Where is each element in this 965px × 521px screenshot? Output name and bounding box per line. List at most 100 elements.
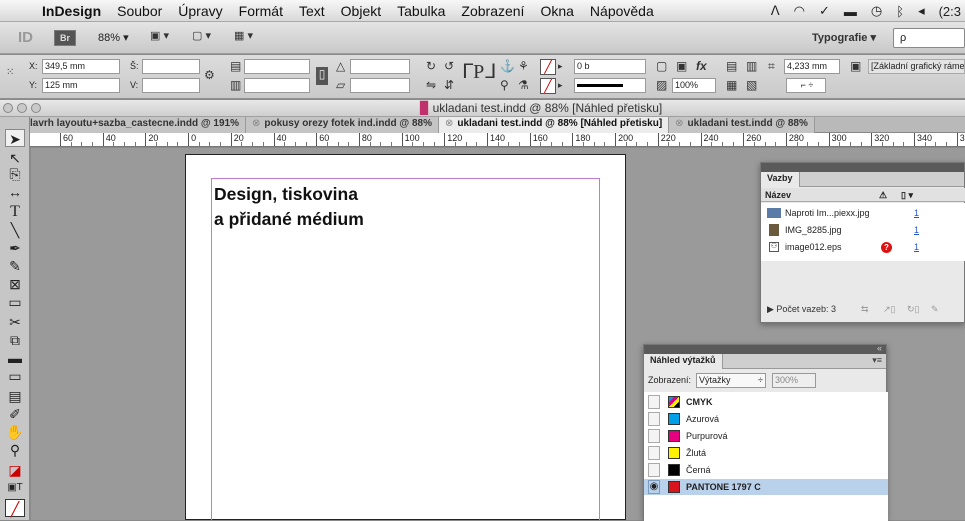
gradient-swatch-tool-icon[interactable]: ▬ <box>5 349 25 367</box>
scale-x-icon[interactable]: ▤ <box>230 59 241 73</box>
zoom-window-button[interactable] <box>31 103 41 113</box>
menu-app[interactable]: InDesign <box>34 3 109 19</box>
reference-point-icon[interactable]: ⁙ <box>6 66 14 80</box>
bridge-button[interactable]: Br <box>54 30 76 46</box>
rotate-cw-icon[interactable]: ↻ <box>426 59 436 73</box>
workspace-switcher[interactable]: Typografie ▾ <box>812 31 876 44</box>
adobe-icon[interactable]: ᐱ <box>771 3 780 19</box>
link-page[interactable]: 1 <box>914 239 919 255</box>
tab-ukladani-test[interactable]: ⊗ ukladani test.indd @ 88% <box>669 117 815 133</box>
list-item[interactable]: ⚇ image012.eps ? 1 <box>761 239 965 255</box>
page-tool-icon[interactable]: ⎘ <box>5 165 25 183</box>
rotate-ccw-icon[interactable]: ↺ <box>444 59 454 73</box>
type-tool-icon[interactable]: T <box>5 203 25 221</box>
constrain-scale-icon[interactable]: ▯ <box>316 67 328 85</box>
free-transform-tool-icon[interactable]: ⧉ <box>5 331 25 349</box>
menu-okna[interactable]: Okna <box>532 3 581 19</box>
corner-icon[interactable]: ⌗ <box>768 59 775 73</box>
link-page[interactable]: 1 <box>914 222 919 238</box>
list-item[interactable]: Naproti Im...piexx.jpg 1 <box>761 205 965 221</box>
horizontal-ruler[interactable]: 60 40 20 0 20 40 60 80 100 120 140 160 180 200 220 240 2… <box>30 133 965 147</box>
go-to-link-icon[interactable]: ↗▯ <box>883 298 896 320</box>
text-wrap-around-icon[interactable]: ▥ <box>746 59 757 73</box>
panel-drag-bar[interactable]: « <box>644 343 886 354</box>
eye-icon[interactable]: ◉ <box>648 480 660 494</box>
visibility-toggle[interactable] <box>648 395 660 409</box>
gradient-feather-tool-icon[interactable]: ▭ <box>5 367 25 385</box>
flip-h-icon[interactable]: ⇋ <box>426 78 436 92</box>
minimize-window-button[interactable] <box>17 103 27 113</box>
check-icon[interactable]: ✓ <box>819 3 830 19</box>
heading-text-frame[interactable]: Design, tiskovina a přidané médium <box>214 182 364 232</box>
frame-fitting-icon[interactable]: ▣ <box>850 59 861 73</box>
scissors-tool-icon[interactable]: ✂ <box>5 313 25 331</box>
close-tab-icon[interactable]: ⊗ <box>445 118 453 129</box>
stroke-type-dropdown[interactable] <box>574 78 646 93</box>
zoom-tool-icon[interactable]: ⚲ <box>5 441 25 459</box>
view-mode-dropdown[interactable]: Výtažky <box>696 373 766 388</box>
close-tab-icon[interactable]: ⊗ <box>252 118 260 129</box>
tab-navrh-layoutu[interactable]: lavrh layoutu+sazba_castecne.indd @ 191% <box>0 117 247 133</box>
list-item[interactable]: IMG_8285.jpg 1 <box>761 222 965 238</box>
panel-drag-bar[interactable] <box>761 163 964 172</box>
tab-separations[interactable]: Náhled výtažků <box>644 354 723 369</box>
close-tab-icon[interactable]: ⊗ <box>675 118 683 129</box>
list-item[interactable]: Azurová <box>644 411 888 427</box>
update-link-icon[interactable]: ↻▯ <box>907 298 920 320</box>
wifi-icon[interactable]: ◠ <box>794 3 805 19</box>
stroke-dropdown-icon[interactable]: ▸ <box>558 78 563 92</box>
corner-shape-dropdown[interactable]: ⌐ ÷ <box>786 78 826 93</box>
shear-icon[interactable]: ▱ <box>336 78 345 92</box>
expand-icon[interactable]: ▶ <box>767 304 776 314</box>
menu-soubor[interactable]: Soubor <box>109 3 170 19</box>
drop-shadow-icon[interactable]: ▢ <box>656 59 667 73</box>
align-icon[interactable]: ▦ <box>726 78 737 92</box>
close-window-button[interactable] <box>3 103 13 113</box>
battery-status[interactable]: (2:3 <box>939 4 961 19</box>
column-name[interactable]: Název <box>765 190 791 200</box>
distribute-icon[interactable]: ▧ <box>746 78 757 92</box>
display-icon[interactable]: ▬ <box>844 4 857 19</box>
missing-link-icon[interactable]: ? <box>881 242 892 253</box>
gap-tool-icon[interactable]: ↔ <box>5 183 25 201</box>
hand-tool-icon[interactable]: ✋ <box>5 423 25 441</box>
apply-none-icon[interactable]: ╱ <box>5 499 25 517</box>
fill-dropdown-icon[interactable]: ▸ <box>558 59 563 73</box>
bluetooth-icon[interactable]: ᛒ <box>896 4 904 19</box>
formatting-affects-icon[interactable]: ▣T <box>5 479 25 497</box>
fill-swatch-icon[interactable]: ╱ <box>540 59 556 75</box>
line-tool-icon[interactable]: ╲ <box>5 221 25 239</box>
shear-field[interactable] <box>350 78 410 93</box>
height-field[interactable] <box>142 78 200 93</box>
fx-icon[interactable]: fx <box>696 59 707 73</box>
list-item[interactable]: Žlutá <box>644 445 888 461</box>
width-field[interactable] <box>142 59 200 74</box>
menu-napoveda[interactable]: Nápověda <box>582 3 662 19</box>
visibility-toggle[interactable] <box>648 463 660 477</box>
rotation-icon[interactable]: △ <box>336 59 345 73</box>
edit-original-icon[interactable]: ✎ <box>931 298 939 320</box>
collapse-panel-icon[interactable]: « <box>877 343 882 353</box>
view-options-icon[interactable]: ▣ ▾ <box>150 29 169 47</box>
search-input[interactable]: ρ <box>893 28 965 48</box>
list-item-selected[interactable]: ◉ PANTONE 1797 C <box>644 479 888 495</box>
time-machine-icon[interactable]: ◷ <box>871 3 882 19</box>
link-page[interactable]: 1 <box>914 205 919 221</box>
select-content-icon[interactable]: ⚲ <box>500 78 509 92</box>
fill-stroke-icon[interactable]: ◪ <box>5 461 25 479</box>
scale-y-icon[interactable]: ▥ <box>230 78 241 92</box>
effects-icon[interactable]: ▣ <box>676 59 687 73</box>
select-container-icon[interactable]: ⚓ <box>500 59 515 73</box>
y-field[interactable]: 125 mm <box>42 78 120 93</box>
dimension-field[interactable]: 4,233 mm <box>784 59 840 74</box>
object-style-dropdown[interactable]: [Základní grafický ráme... <box>868 59 965 74</box>
constrain-proportions-icon[interactable]: ⚙ <box>204 68 215 82</box>
visibility-toggle[interactable] <box>648 446 660 460</box>
text-wrap-icon[interactable]: ▤ <box>726 59 737 73</box>
eyedropper-tool-icon[interactable]: ✐ <box>5 405 25 423</box>
visibility-toggle[interactable] <box>648 429 660 443</box>
tab-ukladani-test-preview[interactable]: ⊗ ukladani test.indd @ 88% [Náhled přetis… <box>438 117 670 133</box>
arrange-documents-icon[interactable]: ▦ ▾ <box>234 29 253 47</box>
x-field[interactable]: 349,5 mm <box>42 59 120 74</box>
list-item[interactable]: Purpurová <box>644 428 888 444</box>
